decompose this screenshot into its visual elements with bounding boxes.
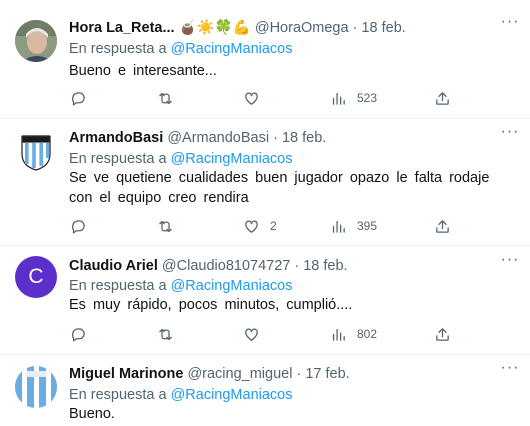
more-icon[interactable]: ··· — [500, 14, 520, 35]
avatar[interactable] — [15, 366, 57, 408]
heart-icon — [245, 328, 258, 341]
share-button[interactable] — [434, 217, 451, 235]
like-button[interactable] — [243, 89, 270, 107]
reply-context: En respuesta a @RacingManiacos — [69, 277, 293, 295]
reply-feed: Hora La_Reta... 🧉☀️🍀💪 @HoraOmega · 18 fe… — [0, 0, 530, 426]
views-icon — [332, 220, 345, 233]
tweet-header: Claudio Ariel @Claudio81074727 · 18 feb. — [69, 257, 348, 275]
tweet-header: ArmandoBasi @ArmandoBasi · 18 feb. — [69, 129, 326, 147]
mention-link[interactable]: @RacingManiacos — [171, 41, 293, 57]
views-button[interactable]: 523 — [330, 89, 377, 107]
separator: · — [273, 130, 278, 146]
tweet-4[interactable]: Miguel Marinone @racing_miguel · 17 feb.… — [0, 355, 530, 426]
tweet-date[interactable]: 18 feb. — [303, 258, 347, 274]
name-emojis: 🧉☀️🍀💪 — [178, 20, 251, 36]
tweet-date[interactable]: 18 feb. — [361, 20, 405, 36]
avatar[interactable] — [15, 20, 57, 62]
retweet-icon — [159, 220, 172, 232]
avatar[interactable] — [15, 130, 57, 172]
tweet-date[interactable]: 17 feb. — [305, 366, 349, 382]
share-icon — [436, 219, 449, 233]
tweet-date[interactable]: 18 feb. — [282, 130, 326, 146]
reply-context: En respuesta a @RacingManiacos — [69, 40, 293, 58]
share-icon — [436, 91, 449, 105]
reply-button[interactable] — [70, 325, 97, 343]
separator: · — [296, 366, 302, 382]
more-icon[interactable]: ··· — [500, 124, 520, 145]
tweet-2[interactable]: ArmandoBasi @ArmandoBasi · 18 feb. ··· E… — [0, 119, 530, 245]
display-name[interactable]: ArmandoBasi — [69, 130, 163, 146]
display-name[interactable]: Hora La_Reta... — [69, 20, 175, 36]
tweet-header: Miguel Marinone @racing_miguel · 17 feb. — [69, 365, 350, 383]
views-icon — [332, 92, 345, 105]
separator: · — [352, 20, 358, 36]
avatar-photo-image — [15, 20, 57, 62]
retweet-button[interactable] — [157, 89, 184, 107]
share-button[interactable] — [434, 325, 451, 343]
reply-button[interactable] — [70, 89, 97, 107]
views-count: 802 — [357, 327, 378, 341]
reply-button[interactable] — [70, 217, 97, 235]
views-count: 523 — [357, 91, 378, 105]
views-button[interactable]: 395 — [330, 217, 377, 235]
tweet-1[interactable]: Hora La_Reta... 🧉☀️🍀💪 @HoraOmega · 18 fe… — [0, 0, 530, 118]
tweet-3[interactable]: C Claudio Ariel @Claudio81074727 · 18 fe… — [0, 246, 530, 354]
user-handle[interactable]: @Claudio81074727 — [162, 258, 290, 274]
retweet-button[interactable] — [157, 217, 184, 235]
tweet-text: Es muy rápido, pocos minutos, cumplió...… — [69, 297, 353, 313]
heart-icon — [245, 92, 258, 105]
more-icon[interactable]: ··· — [500, 252, 520, 273]
user-handle[interactable]: @HoraOmega — [255, 20, 349, 36]
reply-context: En respuesta a @RacingManiacos — [69, 386, 293, 404]
retweet-icon — [159, 92, 172, 104]
views-button[interactable]: 802 — [330, 325, 377, 343]
user-handle[interactable]: @racing_miguel — [187, 366, 292, 382]
retweet-button[interactable] — [157, 325, 184, 343]
reply-icon — [72, 327, 85, 342]
like-count: 2 — [270, 219, 277, 233]
tweet-text: Se ve quetiene cualidades buen jugador o… — [69, 170, 490, 206]
like-button[interactable] — [243, 325, 270, 343]
racing-logo-icon — [15, 366, 57, 408]
avatar[interactable]: C — [15, 256, 57, 298]
share-button[interactable] — [434, 89, 451, 107]
tweet-text: Bueno. — [69, 406, 115, 422]
reply-icon — [72, 91, 85, 106]
mention-link[interactable]: @RacingManiacos — [171, 151, 293, 167]
tweet-text: Bueno e interesante... — [69, 63, 217, 79]
reply-prefix: En respuesta a — [69, 151, 167, 167]
reply-prefix: En respuesta a — [69, 278, 167, 294]
separator: · — [294, 258, 300, 274]
reply-context: En respuesta a @RacingManiacos — [69, 150, 293, 168]
avatar-letter: C — [28, 265, 44, 288]
mention-link[interactable]: @RacingManiacos — [171, 387, 293, 403]
display-name[interactable]: Miguel Marinone — [69, 366, 183, 382]
racing-shield-icon — [21, 135, 51, 171]
tweet-header: Hora La_Reta... 🧉☀️🍀💪 @HoraOmega · 18 fe… — [69, 19, 406, 37]
user-handle[interactable]: @ArmandoBasi — [167, 130, 269, 146]
reply-prefix: En respuesta a — [69, 41, 167, 57]
share-icon — [436, 327, 449, 341]
mention-link[interactable]: @RacingManiacos — [171, 278, 293, 294]
reply-prefix: En respuesta a — [69, 387, 167, 403]
reply-icon — [72, 219, 85, 234]
retweet-icon — [159, 328, 172, 340]
heart-icon — [245, 220, 258, 233]
views-icon — [332, 328, 345, 341]
more-icon[interactable]: ··· — [500, 360, 520, 381]
like-button[interactable]: 2 — [243, 217, 277, 235]
views-count: 395 — [357, 219, 378, 233]
display-name[interactable]: Claudio Ariel — [69, 258, 158, 274]
